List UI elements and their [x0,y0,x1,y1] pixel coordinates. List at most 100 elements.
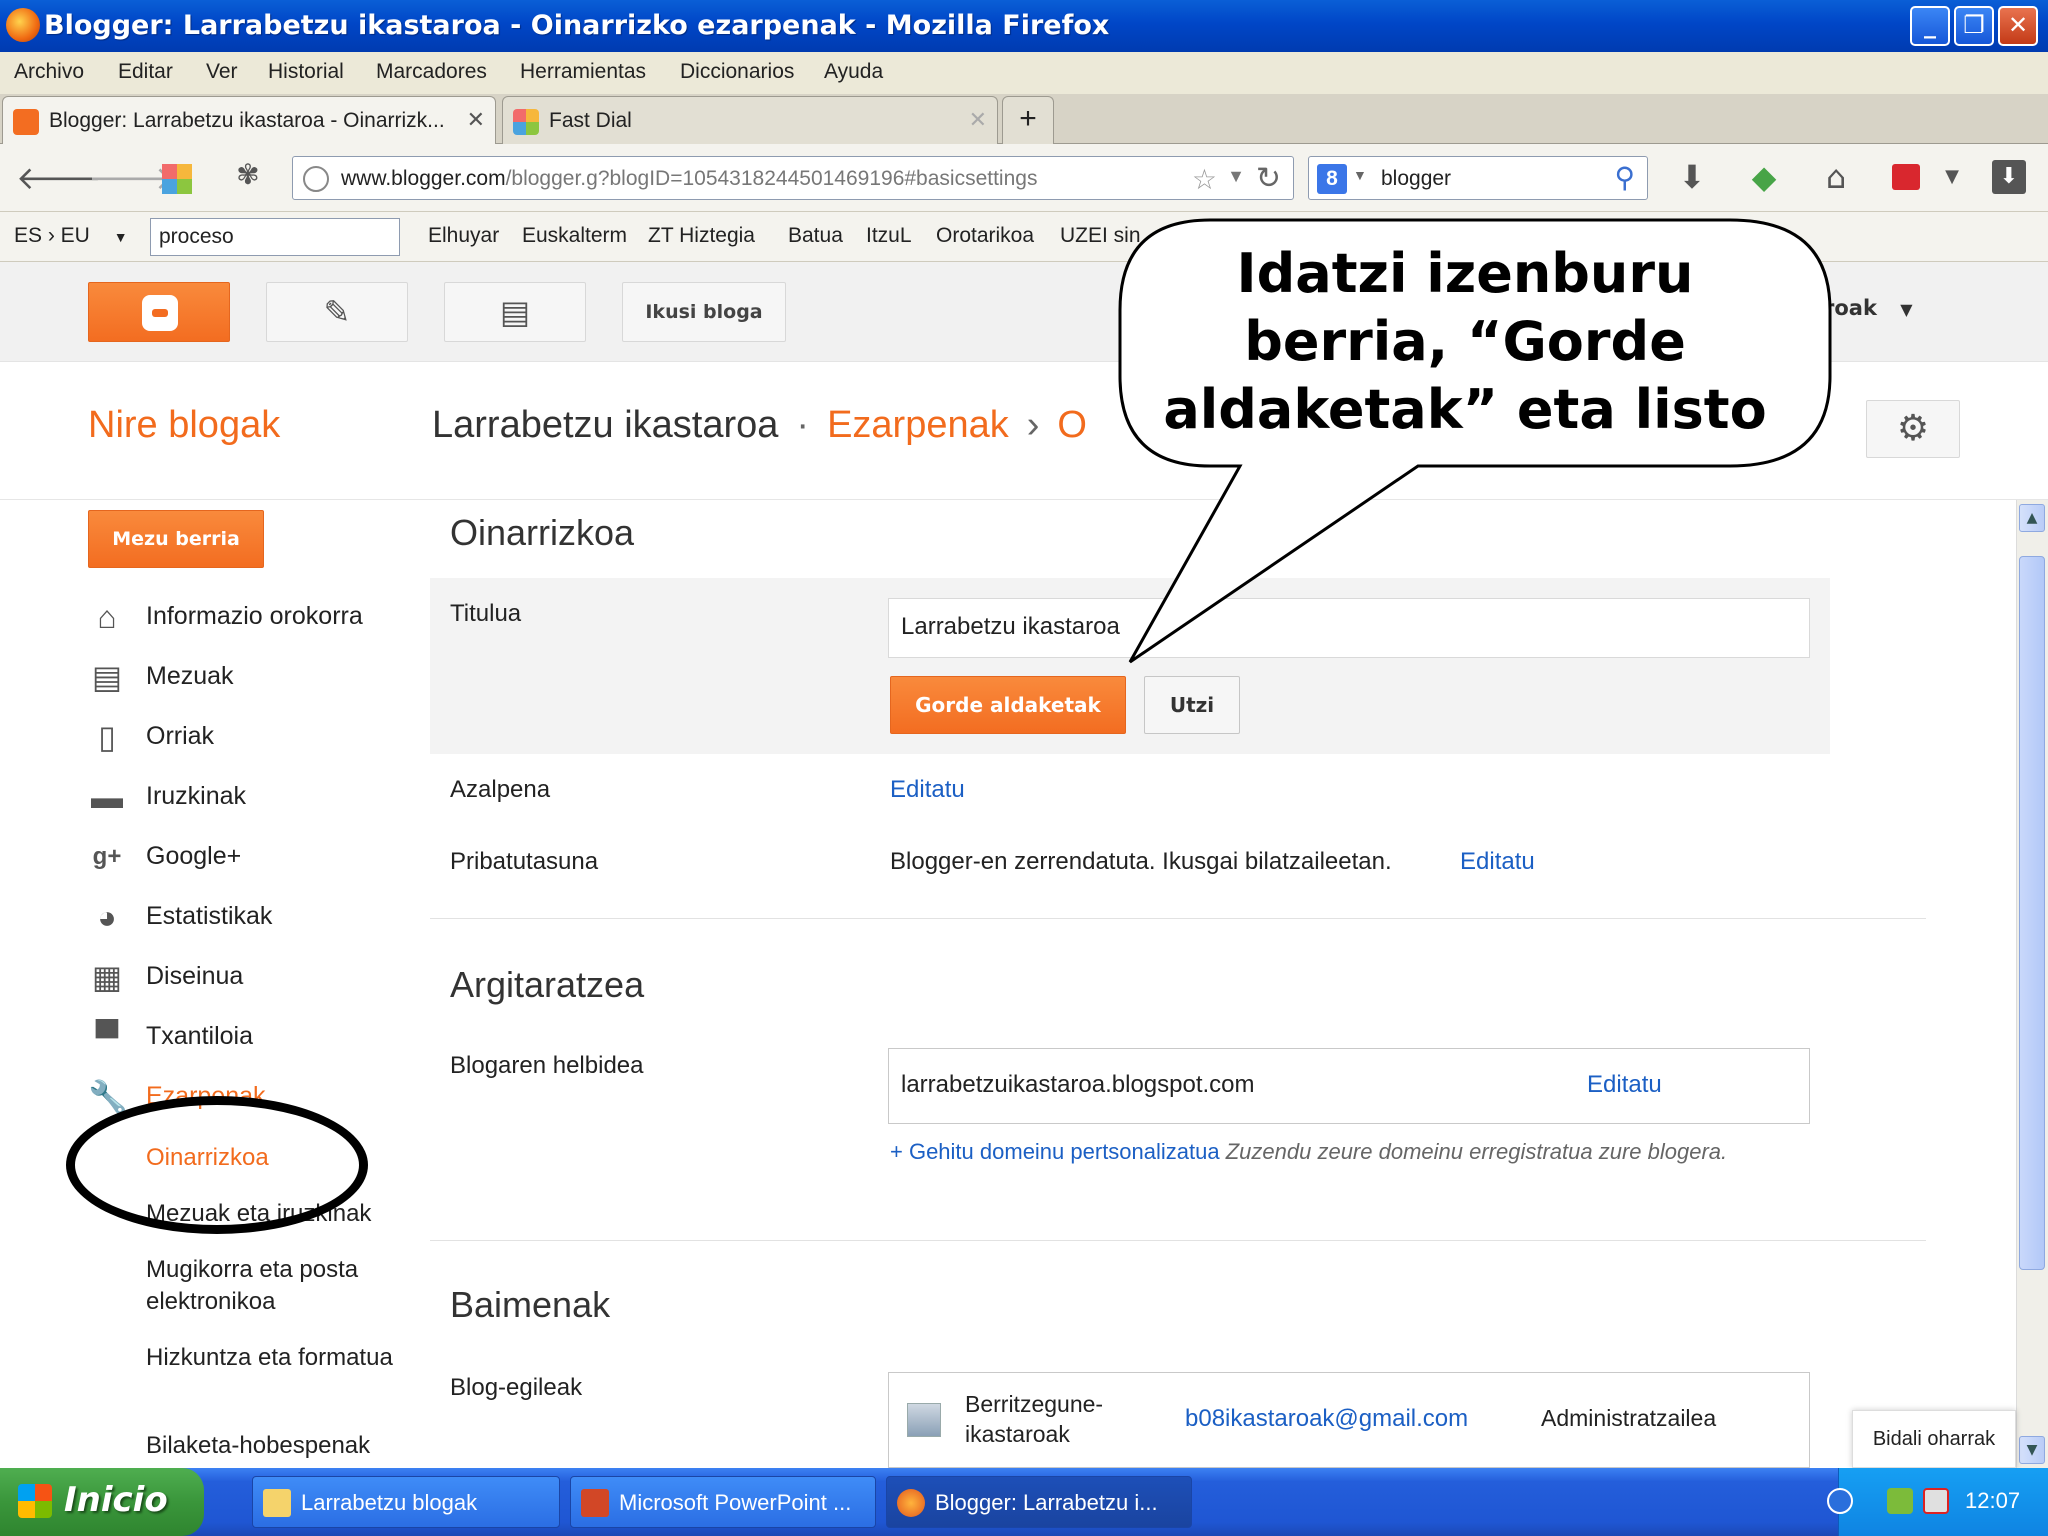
search-icon[interactable]: ⚲ [1614,161,1635,194]
breadcrumb-settings[interactable]: Ezarpenak [827,404,1009,446]
bookmark-zt-hiztegia[interactable]: ZT Hiztegia [648,224,755,248]
sidebar-item-template[interactable]: ▀ Txantiloia [88,1018,408,1064]
blog-address-edit-link[interactable]: Editatu [1587,1071,1662,1099]
addons-icon[interactable]: ✾ [228,158,268,191]
bookmark-itzul[interactable]: ItzuL [866,224,912,248]
my-blogs-link[interactable]: Nire blogak [88,404,280,447]
start-button[interactable]: Inicio [0,1468,204,1536]
sidebar-item-google-plus[interactable]: g+ Google+ [88,838,408,884]
tab-blogger[interactable]: Blogger: Larrabetzu ikastaroa - Oinarriz… [2,96,496,144]
reload-icon[interactable]: ↻ [1256,161,1281,196]
blog-authors-label: Blog-egileak [450,1374,583,1401]
privacy-value: Blogger-en zerrendatuta. Ikusgai bilatza… [890,848,1392,875]
new-post-pencil-button[interactable]: ✎ [266,282,408,342]
menu-archivo[interactable]: Archivo [14,60,84,84]
posts-list-button[interactable]: ▤ [444,282,586,342]
section-heading-permissions: Baimenak [450,1284,611,1325]
firefox-logo-icon [6,8,40,42]
sidebar-subitem-mobile-email[interactable]: Mugikorra eta posta elektronikoa [146,1254,416,1318]
pdf-icon[interactable] [1892,164,1920,190]
windows-logo-icon [18,1484,52,1518]
close-window-button[interactable]: ✕ [1998,6,2038,46]
search-input[interactable]: blogger [1381,167,1451,191]
sidebar-item-overview[interactable]: ⌂ Informazio orokorra [88,598,408,644]
sidebar-item-comments[interactable]: ▬ Iruzkinak [88,778,408,824]
home-icon: ⌂ [97,599,117,635]
scroll-down-icon[interactable]: ▼ [2019,1436,2045,1464]
tray-expand-icon[interactable] [1827,1488,1853,1514]
sidebar-item-stats[interactable]: ◕ Estatistikak [88,898,408,944]
url-dropdown-icon[interactable]: ▼ [1227,166,1245,187]
bookmark-elhuyar[interactable]: Elhuyar [428,224,499,248]
url-bar[interactable]: www.blogger.com/blogger.g?blogID=1054318… [292,156,1294,200]
gear-icon[interactable]: ⚙ [1866,400,1960,458]
tab-close-icon[interactable]: ✕ [969,107,987,133]
search-engine-dropdown-icon[interactable]: ▼ [1353,167,1367,183]
downloads-icon[interactable]: ⬇ [1992,160,2026,194]
tab-strip: Blogger: Larrabetzu ikastaroa - Oinarriz… [0,94,2048,144]
section-heading-basic: Oinarrizkoa [450,512,635,553]
sidebar-item-pages[interactable]: ▯ Orriak [88,718,408,764]
description-label: Azalpena [450,776,551,803]
antivirus-icon[interactable] [1923,1488,1949,1514]
forward-arrow-icon[interactable]: 🡒 [88,158,174,197]
breadcrumb-current: O [1057,404,1087,446]
section-divider [430,918,1926,919]
sidebar-subitem-search-preferences[interactable]: Bilaketa-hobespenak [146,1430,416,1462]
sidebar-item-layout[interactable]: ▦ Diseinua [88,958,408,1004]
scroll-up-icon[interactable]: ▲ [2019,504,2045,532]
bookmark-batua[interactable]: Batua [788,224,843,248]
template-icon: ▀ [95,1019,119,1055]
download-arrow-icon[interactable]: ⬇ [1672,158,1712,196]
section-heading-publishing: Argitaratzea [450,964,645,1005]
author-email-link[interactable]: b08ikastaroak@gmail.com [1185,1405,1468,1433]
back-arrow-icon[interactable]: 🡐 [16,158,102,197]
taskbar-item-firefox[interactable]: Blogger: Larrabetzu i... [886,1476,1192,1528]
new-post-button[interactable]: Mezu berria [88,510,264,568]
menu-dropdown-icon[interactable]: ▼ [1932,166,1972,187]
bookmark-euskalterm[interactable]: Euskalterm [522,224,627,248]
new-tab-button[interactable]: + [1002,96,1054,144]
taskbar-item-powerpoint[interactable]: Microsoft PowerPoint ... [570,1476,876,1528]
menu-historial[interactable]: Historial [268,60,344,84]
maximize-button[interactable]: ❐ [1954,6,1994,46]
menu-ver[interactable]: Ver [206,60,238,84]
sidebar-subitem-language-format[interactable]: Hizkuntza eta formatua [146,1342,416,1374]
save-changes-button[interactable]: Gorde aldaketak [890,676,1126,734]
search-engine-icon[interactable]: 8 [1317,164,1347,194]
breadcrumb-blog[interactable]: Larrabetzu ikastaroa [432,404,778,446]
globe-icon [303,166,329,192]
sidebar-item-posts[interactable]: ▤ Mezuak [88,658,408,704]
cancel-button[interactable]: Utzi [1144,676,1240,734]
add-custom-domain-link[interactable]: + Gehitu domeinu pertsonalizatua [890,1139,1220,1164]
dictionary-input[interactable]: proceso [150,218,400,256]
author-role: Administratzailea [1541,1405,1717,1431]
folder-icon [263,1489,291,1517]
bookmark-star-icon[interactable]: ☆ [1192,163,1217,196]
search-bar[interactable]: 8 ▼ blogger ⚲ [1308,156,1648,200]
privacy-edit-link[interactable]: Editatu [1460,848,1535,876]
navigation-toolbar: 🡐 🡒 ✾ www.blogger.com/blogger.g?blogID=1… [0,144,2048,212]
menu-editar[interactable]: Editar [118,60,173,84]
fast-dial-icon[interactable] [162,164,192,194]
menu-ayuda[interactable]: Ayuda [824,60,883,84]
tab-fast-dial[interactable]: Fast Dial ✕ [502,96,998,144]
description-edit-link[interactable]: Editatu [890,776,965,804]
menu-herramientas[interactable]: Herramientas [520,60,646,84]
network-icon[interactable] [1887,1488,1913,1514]
minimize-button[interactable]: _ [1910,6,1950,46]
home-icon[interactable]: ⌂ [1816,158,1856,196]
scroll-thumb[interactable] [2019,556,2045,1270]
google-plus-icon: g+ [92,843,122,870]
feedly-icon[interactable]: ◆ [1744,158,1784,196]
menu-diccionarios[interactable]: Diccionarios [680,60,794,84]
bookmark-orotarikoa[interactable]: Orotarikoa [936,224,1034,248]
tab-close-icon[interactable]: ✕ [467,107,485,133]
language-selector[interactable]: ES › EU ▼ [14,224,128,248]
title-label: Titulua [450,600,522,627]
send-feedback-button[interactable]: Bidali oharrak [1852,1410,2016,1468]
taskbar-item-folder[interactable]: Larrabetzu blogak [252,1476,560,1528]
menu-marcadores[interactable]: Marcadores [376,60,487,84]
blogger-logo-button[interactable] [88,282,230,342]
view-blog-button[interactable]: Ikusi bloga [622,282,786,342]
